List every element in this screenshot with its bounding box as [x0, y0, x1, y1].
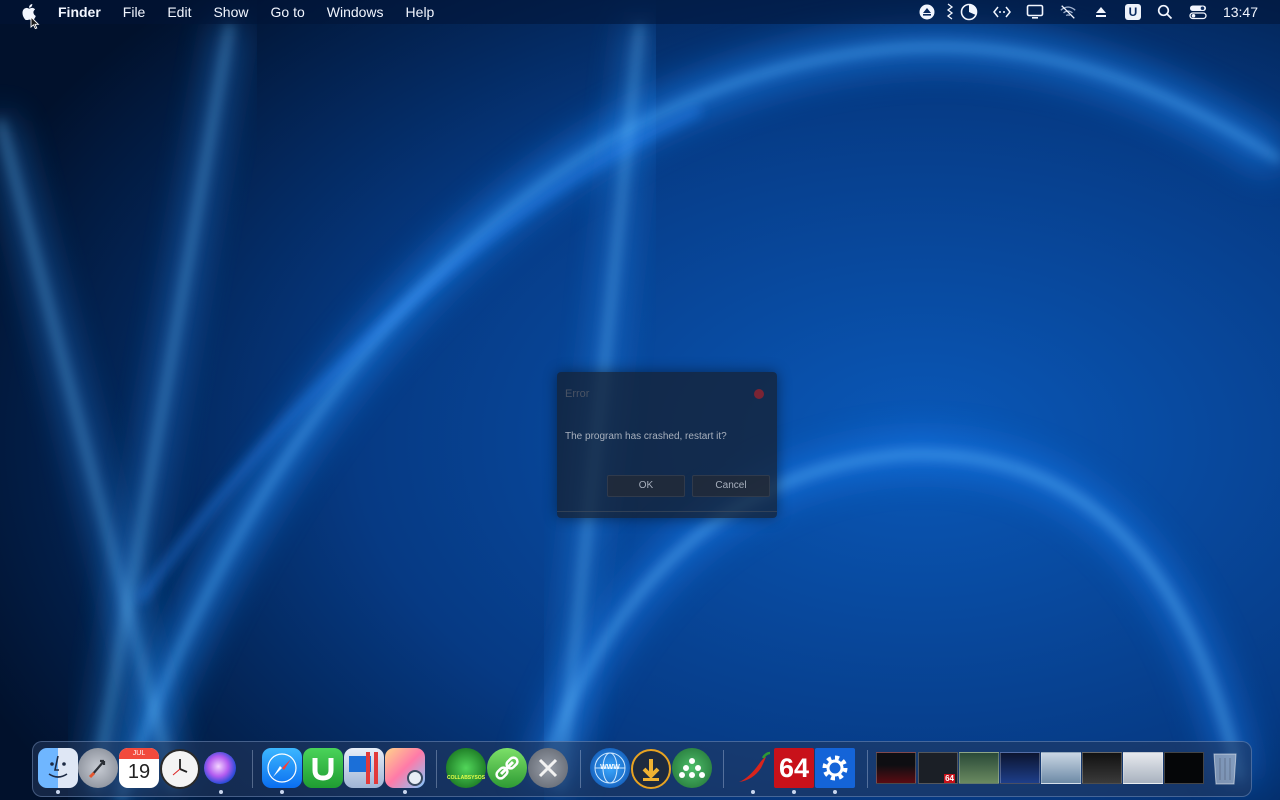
dialog-divider	[557, 511, 777, 512]
chili-pepper-icon[interactable]	[733, 748, 773, 788]
aida64-label: 64	[778, 753, 810, 783]
calendar-day: 19	[127, 761, 151, 783]
calendar-icon[interactable]: JUL 19	[119, 748, 159, 788]
minimized-window-thumbnail[interactable]	[876, 752, 916, 784]
dock-separator	[252, 750, 253, 788]
upload-icon[interactable]	[1092, 3, 1110, 21]
pie-chart-icon[interactable]	[960, 3, 978, 21]
dialog-message: The program has crashed, restart it?	[565, 431, 727, 442]
minimized-window-thumbnail[interactable]	[1082, 752, 1122, 784]
minimized-window-thumbnail[interactable]	[1123, 752, 1163, 784]
menu-clock[interactable]: 13:47	[1223, 4, 1258, 20]
finder-icon[interactable]	[38, 748, 78, 788]
web-globe-icon[interactable]: WWW	[590, 748, 630, 788]
menu-windows[interactable]: Windows	[327, 4, 384, 20]
download-icon[interactable]	[631, 749, 671, 789]
safari-running-dot	[280, 790, 284, 794]
aida64-icon[interactable]: 64	[774, 748, 814, 788]
minimized-window-thumbnail[interactable]	[959, 752, 999, 784]
wifi-off-icon[interactable]	[1059, 3, 1077, 21]
dialog-close-button[interactable]	[754, 389, 764, 399]
dialog-title: Error	[565, 388, 590, 400]
eject-icon[interactable]	[918, 3, 936, 21]
error-dialog: Error The program has crashed, restart i…	[557, 372, 777, 518]
utorrent-icon[interactable]	[303, 748, 343, 788]
launchpad-icon[interactable]	[78, 748, 118, 788]
battery-icon[interactable]	[946, 3, 954, 21]
status-area: U 13:47	[903, 0, 1280, 24]
settings-running-dot	[833, 790, 837, 794]
menu-go-to[interactable]: Go to	[271, 4, 305, 20]
finder-running-dot	[56, 790, 60, 794]
dock-separator	[580, 750, 581, 788]
minimized-window-thumbnail[interactable]	[1041, 752, 1081, 784]
preview-icon[interactable]	[385, 748, 425, 788]
clock-app-icon[interactable]	[160, 749, 200, 789]
menu-edit[interactable]: Edit	[167, 4, 191, 20]
settings-gear-icon[interactable]	[815, 748, 855, 788]
web-label: WWW	[600, 764, 620, 771]
dock: JUL 19 COLLABSYSOS WWW 64 64	[32, 741, 1252, 797]
trash-icon[interactable]	[1208, 748, 1242, 788]
siri-running-dot	[219, 790, 223, 794]
control-center-icon[interactable]	[1189, 3, 1207, 21]
collabsysos-label: COLLABSYSOS	[446, 775, 486, 781]
minimized-window-thumbnail[interactable]	[1164, 752, 1204, 784]
aida64-running-dot	[792, 790, 796, 794]
search-icon[interactable]	[1156, 3, 1174, 21]
dock-separator	[436, 750, 437, 788]
menu-help[interactable]: Help	[406, 4, 435, 20]
u-icon[interactable]: U	[1124, 4, 1141, 20]
menu-file[interactable]: File	[123, 4, 146, 20]
safari-icon[interactable]	[262, 748, 302, 788]
dock-separator	[867, 750, 868, 788]
chili-running-dot	[751, 790, 755, 794]
code-arrows-icon[interactable]	[992, 3, 1011, 21]
calendar-month: JUL	[119, 748, 159, 759]
preview-running-dot	[403, 790, 407, 794]
collabsysos-icon[interactable]: COLLABSYSOS	[446, 748, 486, 788]
siri-icon[interactable]	[204, 752, 236, 784]
mouse-cursor-icon	[30, 16, 40, 30]
utilities-icon[interactable]	[528, 748, 568, 788]
display-icon[interactable]	[1026, 3, 1044, 21]
minimized-window-thumbnail[interactable]	[1000, 752, 1040, 784]
ok-button[interactable]: OK	[607, 475, 685, 497]
menu-show[interactable]: Show	[213, 4, 248, 20]
thumbnail-aida64-badge: 64	[944, 774, 955, 783]
dock-separator	[723, 750, 724, 788]
parallels-icon[interactable]	[344, 748, 384, 788]
cancel-button[interactable]: Cancel	[692, 475, 770, 497]
link-icon[interactable]	[487, 748, 527, 788]
drops-icon[interactable]	[672, 748, 712, 788]
menu-app-name[interactable]: Finder	[58, 4, 101, 20]
menu-bar: Finder File Edit Show Go to Windows Help…	[0, 0, 1280, 24]
minimized-window-thumbnail[interactable]: 64	[918, 752, 958, 784]
